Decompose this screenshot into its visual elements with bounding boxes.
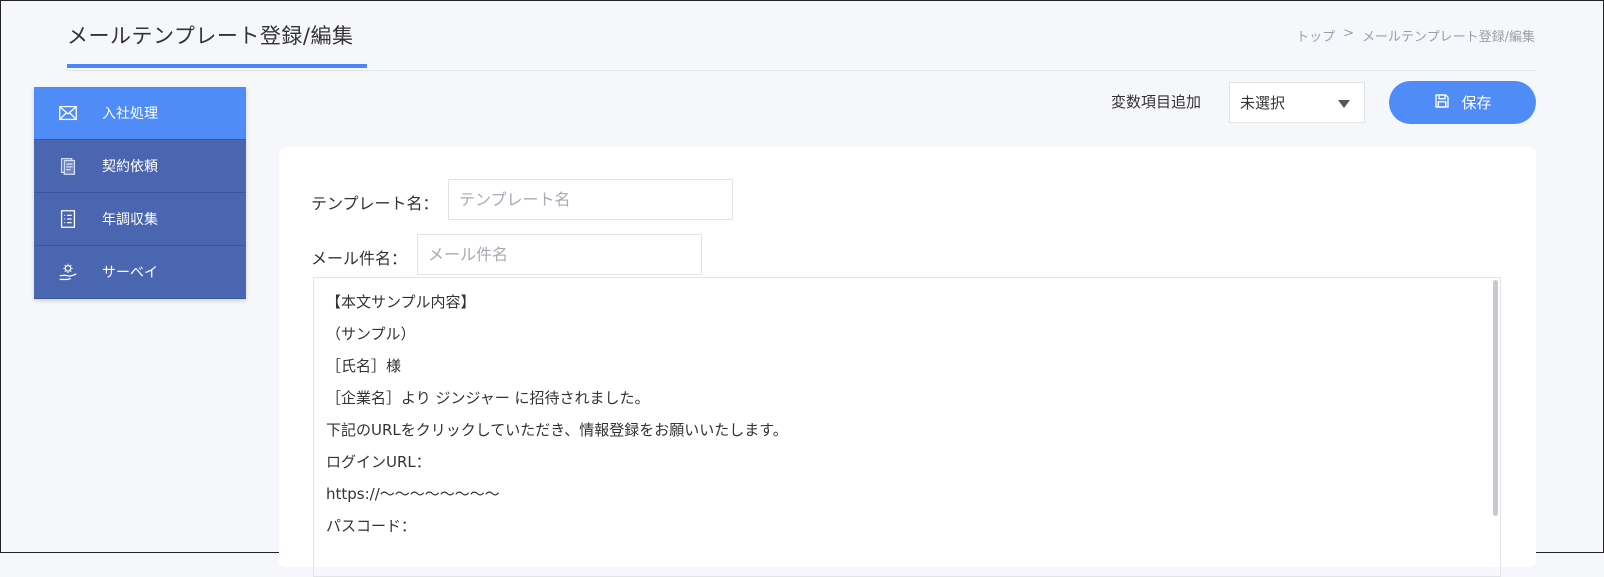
sidebar-item-label: サーベイ xyxy=(102,265,158,281)
sidebar-item-survey[interactable]: サーベイ xyxy=(34,246,246,299)
variable-select[interactable]: 未選択 xyxy=(1229,82,1365,123)
body-line: パスコード： xyxy=(326,517,417,535)
body-line: https://〜〜〜〜〜〜〜〜 xyxy=(326,485,500,503)
body-line: 下記のURLをクリックしていただき、情報登録をお願いいたします。 xyxy=(326,421,788,439)
save-button[interactable]: 保存 xyxy=(1389,81,1536,124)
body-line: ログインURL： xyxy=(326,453,431,471)
breadcrumb-separator: > xyxy=(1343,26,1354,41)
body-line: （サンプル） xyxy=(326,325,416,343)
body-line: 【本文サンプル内容】 xyxy=(326,293,476,311)
template-name-input[interactable] xyxy=(448,179,733,220)
subject-input[interactable] xyxy=(417,234,702,275)
page-title: メールテンプレート登録/編集 xyxy=(67,20,367,68)
body-line: ［氏名］様 xyxy=(326,357,402,375)
variable-label: 変数項目追加 xyxy=(1111,93,1202,111)
sidebar-item-label: 年調収集 xyxy=(102,212,158,228)
save-icon xyxy=(1433,92,1451,114)
template-form-card: テンプレート名： メール件名： 【本文サンプル内容】 （サンプル） ［氏名］様 ［企業… xyxy=(279,147,1536,577)
save-button-label: 保存 xyxy=(1461,94,1492,112)
checklist-icon xyxy=(34,208,102,230)
breadcrumb-current: メールテンプレート登録/編集 xyxy=(1362,30,1535,45)
sidebar-item-contract[interactable]: 契約依頼 xyxy=(34,140,246,193)
contract-icon xyxy=(34,155,102,177)
breadcrumb: トップ > メールテンプレート登録/編集 xyxy=(1296,26,1535,45)
subject-label: メール件名： xyxy=(311,249,408,268)
body-textarea[interactable]: 【本文サンプル内容】 （サンプル） ［氏名］様 ［企業名］より ジンジャー に招待され… xyxy=(313,277,1501,577)
sidebar-item-label: 入社処理 xyxy=(102,106,158,122)
breadcrumb-home-link[interactable]: トップ xyxy=(1296,26,1335,45)
sidebar-item-label: 契約依頼 xyxy=(102,159,158,175)
mail-icon xyxy=(34,102,102,124)
sidebar-item-onboarding[interactable]: 入社処理 xyxy=(34,87,246,140)
page-header: メールテンプレート登録/編集 トップ > メールテンプレート登録/編集 xyxy=(67,1,1535,71)
sidebar: 入社処理 契約依頼 年調収集 サーベイ xyxy=(34,87,246,299)
variable-select-value: 未選択 xyxy=(1240,94,1286,112)
sidebar-item-year-end[interactable]: 年調収集 xyxy=(34,193,246,246)
scrollbar[interactable] xyxy=(1493,280,1498,516)
body-line: ［企業名］より ジンジャー に招待されました。 xyxy=(326,389,650,407)
template-name-label: テンプレート名： xyxy=(311,194,439,213)
body-content: 【本文サンプル内容】 （サンプル） ［氏名］様 ［企業名］より ジンジャー に招待され… xyxy=(314,278,1500,550)
chevron-down-icon xyxy=(1338,100,1350,108)
survey-icon xyxy=(34,261,102,283)
